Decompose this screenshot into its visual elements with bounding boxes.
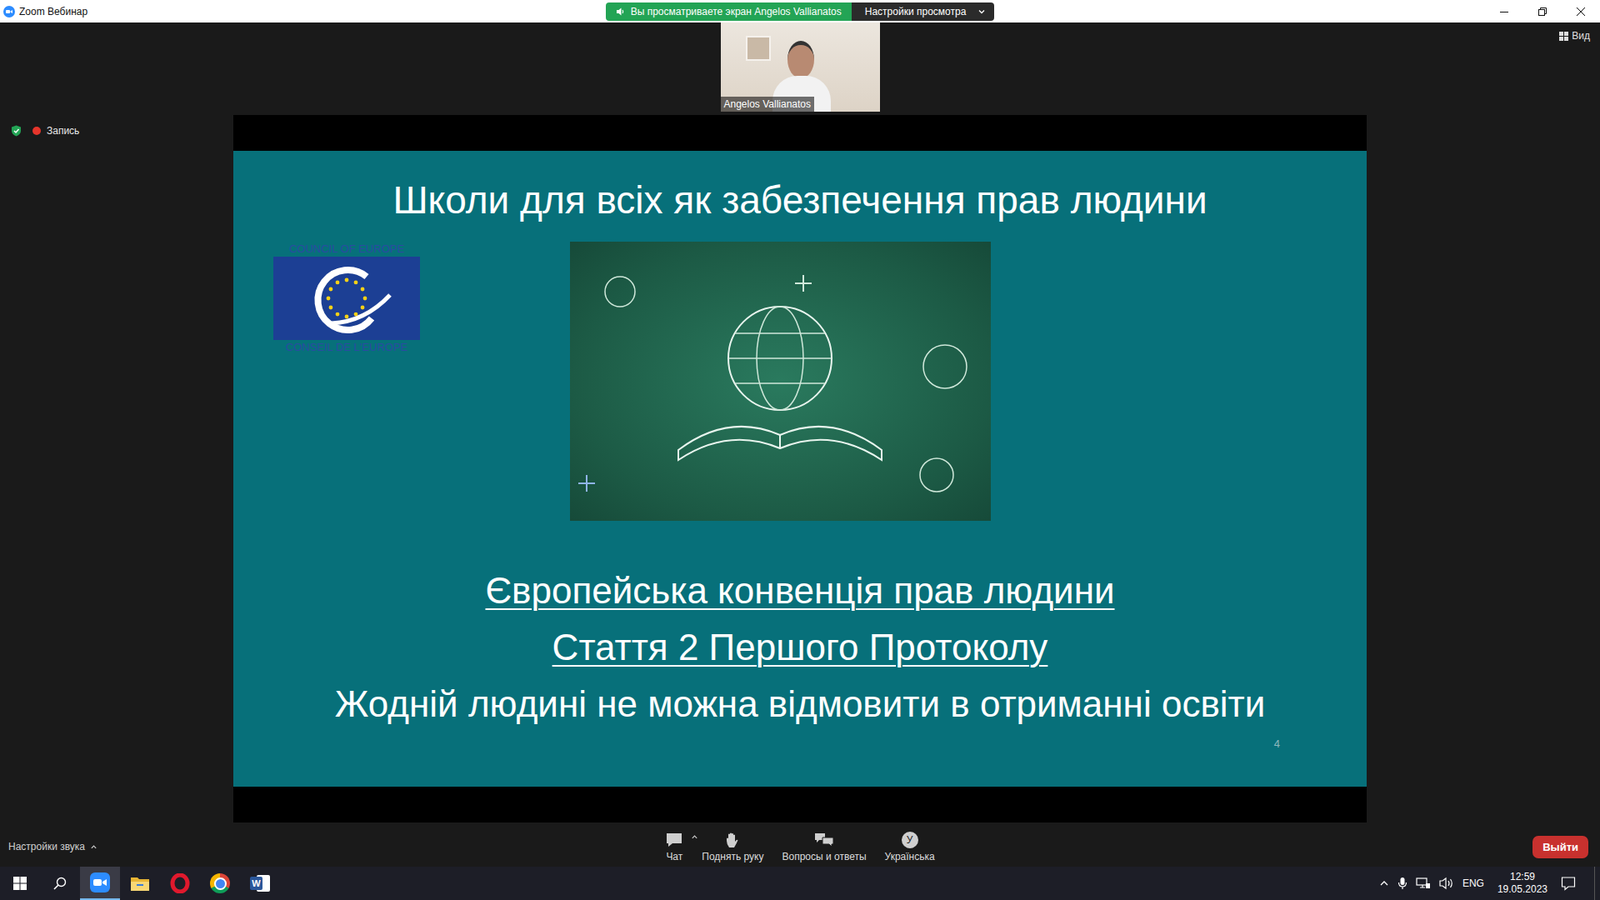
speaker-name: Angelos Vallianatos — [720, 96, 815, 112]
chrome-icon — [210, 873, 230, 894]
input-language[interactable]: ENG — [1462, 877, 1485, 890]
windows-logo-icon — [13, 876, 27, 890]
slide-title: Школи для всіх як забезпечення прав люди… — [233, 175, 1367, 225]
minimize-icon — [1500, 7, 1509, 16]
toolbar-button[interactable]: Поднять руку — [695, 830, 770, 863]
wall-picture — [745, 35, 771, 61]
leave-button[interactable]: Выйти — [1532, 835, 1589, 859]
speaker-head — [787, 40, 815, 79]
meeting-stage: Запись Вид Angelos Vallianatos Школи для вс… — [0, 22, 1600, 827]
recording-dot — [32, 126, 41, 135]
search-button[interactable] — [40, 866, 80, 900]
window-title: Zoom Вебинар — [19, 5, 88, 18]
council-emblem-icon — [273, 256, 420, 340]
view-settings-button[interactable]: Настройки просмотра — [851, 2, 995, 21]
slide-media-row: COUNCIL OF EUROPE CONSEIL DE L'EUROPE — [233, 241, 1367, 521]
chevron-up-icon[interactable] — [690, 833, 699, 841]
restore-icon — [1538, 7, 1547, 16]
toolbar-button[interactable]: Чат — [658, 830, 690, 863]
language-badge: У — [901, 831, 919, 849]
logo-top-text: COUNCIL OF EUROPE — [289, 241, 405, 257]
slide-text: Європейська конвенція прав людиниСтаття … — [233, 562, 1367, 733]
windows-taskbar: W ENG 12:5919.05.2023 — [0, 866, 1600, 900]
audio-settings-button[interactable]: Настройки звука — [8, 840, 659, 853]
notifications-icon[interactable] — [1560, 875, 1576, 891]
slide-line: Жодній людині не можна відмовити в отрим… — [233, 675, 1367, 733]
slide-line: Стаття 2 Першого Протоколу — [233, 619, 1367, 676]
zoom-logo-icon — [3, 5, 15, 18]
search-icon — [53, 876, 67, 890]
zoom-webinar-window: Zoom Вебинар Вы просматриваете экран Ange… — [0, 0, 1600, 900]
grid-icon — [1559, 31, 1569, 41]
meeting-toolbar: Настройки звукаЧатПоднять рукуВопросы и … — [0, 826, 1600, 867]
share-status: Вы просматриваете экран Angelos Valliana… — [605, 2, 852, 21]
presentation-slide: Школи для всіх як забезпечення прав люди… — [233, 150, 1367, 787]
chevron-down-icon — [977, 7, 986, 16]
close-button[interactable] — [1561, 0, 1600, 23]
chevron-up-icon — [90, 843, 98, 851]
chat-icon — [665, 830, 684, 850]
microphone-icon[interactable] — [1397, 876, 1408, 890]
council-of-europe-logo: COUNCIL OF EUROPE CONSEIL DE L'EUROPE — [273, 241, 420, 355]
title-bar: Zoom Вебинар Вы просматриваете экран Ange… — [0, 0, 1600, 23]
globe-book-icon — [570, 241, 991, 521]
minimize-button[interactable] — [1485, 0, 1524, 23]
logo-bottom-text: CONSEIL DE L'EUROPE — [285, 340, 409, 355]
taskbar-app[interactable] — [200, 866, 240, 900]
word-icon: W — [250, 873, 270, 894]
share-banner: Вы просматриваете экран Angelos Valliana… — [605, 2, 995, 21]
page-number: 4 — [1274, 737, 1280, 750]
start-button[interactable] — [0, 866, 40, 900]
taskbar-app[interactable]: W — [240, 866, 280, 900]
toolbar-button[interactable]: УУкраїнська — [878, 830, 942, 863]
restore-button[interactable] — [1523, 0, 1562, 23]
speaker-icon — [615, 6, 626, 17]
shared-screen: Школи для всіх як забезпечення прав люди… — [233, 115, 1367, 823]
zoom-app-icon — [90, 872, 110, 893]
toolbar-button[interactable]: Вопросы и ответы — [775, 830, 874, 863]
recording-indicator: Запись — [10, 125, 80, 137]
taskbar-app[interactable] — [160, 866, 200, 900]
chalkboard-picture — [570, 241, 991, 521]
raise-hand-icon — [723, 830, 742, 850]
tray-expand-icon[interactable] — [1379, 878, 1390, 889]
close-icon — [1576, 7, 1585, 16]
show-desktop-button[interactable] — [1594, 866, 1600, 900]
volume-icon[interactable] — [1439, 876, 1455, 890]
page-number-row: 4 — [233, 737, 1367, 750]
taskbar-app[interactable] — [120, 866, 160, 900]
clock[interactable]: 12:5919.05.2023 — [1492, 870, 1553, 896]
taskbar-app[interactable] — [80, 866, 120, 900]
view-button[interactable]: Вид — [1559, 30, 1590, 42]
opera-icon — [170, 873, 190, 894]
shield-icon — [10, 125, 22, 137]
network-icon[interactable] — [1415, 876, 1431, 890]
questions-icon — [814, 830, 835, 850]
folder-icon — [130, 875, 150, 892]
slide-line: Європейська конвенція прав людини — [233, 562, 1367, 620]
speaker-video: Angelos Vallianatos — [720, 22, 880, 112]
